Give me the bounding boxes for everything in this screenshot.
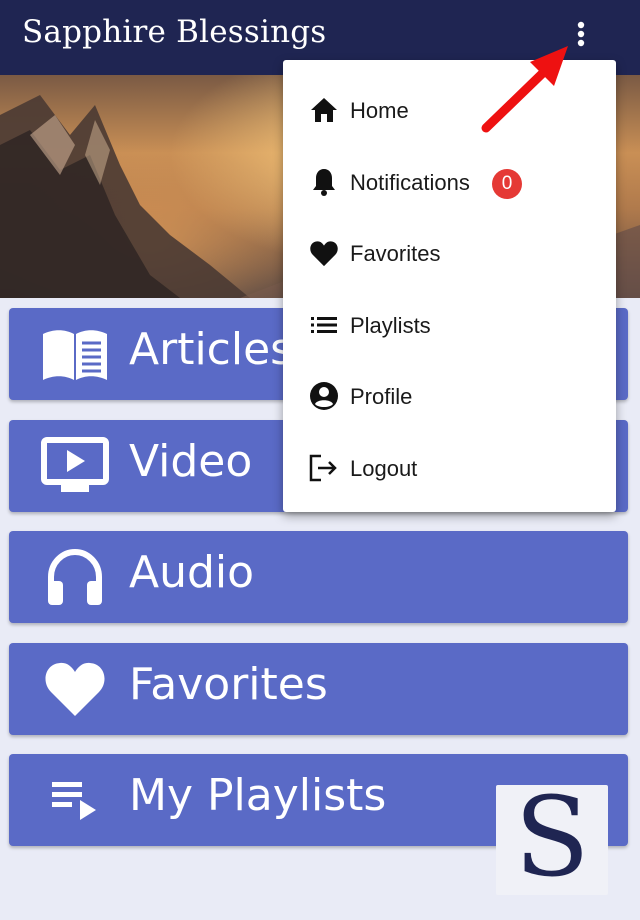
menu-item-profile[interactable]: Profile <box>283 363 616 423</box>
heart-icon <box>41 657 109 721</box>
menu-item-label: Logout <box>350 456 418 481</box>
menu-item-notifications[interactable]: Notifications 0 <box>283 149 616 209</box>
video-tv-icon <box>41 434 109 498</box>
menu-item-label: Home <box>350 98 409 123</box>
logout-icon <box>309 453 339 483</box>
account-circle-icon <box>309 381 339 411</box>
annotation-arrow-icon <box>481 46 568 133</box>
list-icon <box>309 310 339 340</box>
favorites-label: Favorites <box>129 659 328 710</box>
menu-item-label: Notifications <box>350 170 470 195</box>
book-icon <box>41 322 109 386</box>
favorites-button[interactable]: Favorites <box>9 643 628 735</box>
articles-label: Articles <box>129 324 294 375</box>
playlist-play-icon <box>41 768 109 832</box>
my-playlists-label: My Playlists <box>129 770 387 821</box>
app-title: Sapphire Blessings <box>22 14 327 50</box>
sapphire-logo: S <box>496 773 608 901</box>
menu-item-logout[interactable]: Logout <box>283 435 616 495</box>
menu-item-favorites[interactable]: Favorites <box>283 220 616 280</box>
home-icon <box>309 95 339 125</box>
audio-button[interactable]: Audio <box>9 531 628 623</box>
video-label: Video <box>129 436 253 487</box>
menu-item-label: Favorites <box>350 241 441 266</box>
menu-item-label: Playlists <box>350 313 431 338</box>
audio-label: Audio <box>129 547 255 598</box>
headphones-icon <box>41 545 109 609</box>
logo-letter: S <box>514 773 590 901</box>
notification-count-badge: 0 <box>492 169 522 199</box>
menu-item-label: Profile <box>350 384 413 409</box>
menu-item-playlists[interactable]: Playlists <box>283 292 616 352</box>
heart-icon <box>309 238 339 268</box>
bell-icon <box>309 167 339 197</box>
